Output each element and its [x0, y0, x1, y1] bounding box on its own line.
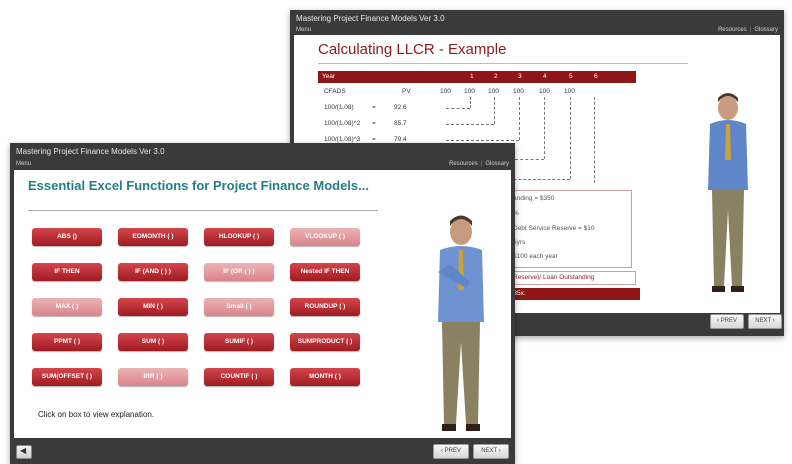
- function-button[interactable]: ABS (): [32, 228, 102, 246]
- app-title: Mastering Project Finance Models Ver 3.0: [296, 14, 445, 23]
- function-button[interactable]: EOMONTH ( ): [118, 228, 188, 246]
- cfads-label: CFADS: [324, 88, 346, 95]
- pv-value: 92.6: [394, 104, 407, 111]
- function-button[interactable]: IF THEN: [32, 263, 102, 281]
- pv-value: 79.4: [394, 136, 407, 143]
- slide-heading: Essential Excel Functions for Project Fi…: [28, 178, 369, 193]
- prev-label: PREV: [444, 448, 461, 454]
- function-button[interactable]: HLOOKUP ( ): [204, 228, 274, 246]
- pv-formula: 100/(1.08): [324, 104, 354, 111]
- next-button[interactable]: NEXT ›: [748, 314, 782, 329]
- title-bar: Mastering Project Finance Models Ver 3.0…: [290, 10, 784, 35]
- connector-line: [544, 97, 545, 159]
- menu-link[interactable]: Menu: [296, 27, 311, 33]
- function-button[interactable]: SUMIF ( ): [204, 333, 274, 351]
- equals-sign: =: [372, 104, 376, 111]
- function-button[interactable]: SUM(OFFSET ( ): [32, 368, 102, 386]
- cfads-value: 100: [440, 88, 451, 95]
- info-line: Debt Service Reserve = $10: [513, 225, 595, 232]
- function-button[interactable]: Nested IF THEN: [290, 263, 360, 281]
- info-line: anding = $350: [513, 195, 555, 202]
- cfads-value: 100: [488, 88, 499, 95]
- resources-link[interactable]: Resources: [718, 27, 747, 33]
- info-line: $100 each year: [513, 253, 558, 260]
- year-3: 3: [518, 73, 522, 80]
- cfads-value: 100: [539, 88, 550, 95]
- cfads-value: 100: [513, 88, 524, 95]
- pv-formula: 100/(1.08)^2: [324, 120, 361, 127]
- function-button[interactable]: SUMPRODUCT ( ): [290, 333, 360, 351]
- llcr-result-bar: 1.35x.: [494, 288, 640, 300]
- presenter-figure: [708, 93, 748, 292]
- connector-line: [570, 97, 571, 179]
- audio-toggle-button[interactable]: ◀: [16, 445, 32, 459]
- title-bar: Mastering Project Finance Models Ver 3.0…: [10, 143, 515, 170]
- connector-line: [594, 97, 595, 183]
- next-label: NEXT: [481, 448, 498, 454]
- pv-value: 85.7: [394, 120, 407, 127]
- function-button[interactable]: ROUNDUP ( ): [290, 298, 360, 316]
- equals-sign: =: [372, 136, 376, 143]
- connector-line: [446, 124, 494, 125]
- front-course-window: Mastering Project Finance Models Ver 3.0…: [10, 143, 515, 464]
- next-label: NEXT: [755, 318, 772, 324]
- presenter-figure: [438, 215, 484, 431]
- function-button[interactable]: VLOOKUP ( ): [290, 228, 360, 246]
- glossary-link[interactable]: Glossary: [754, 27, 778, 33]
- connector-line: [446, 140, 519, 141]
- function-button[interactable]: SUM ( ): [118, 333, 188, 351]
- divider: [28, 210, 378, 211]
- cfads-value: 100: [464, 88, 475, 95]
- speaker-icon: ◀: [20, 446, 27, 455]
- connector-line: [519, 97, 520, 140]
- chevron-right-icon: ›: [497, 448, 501, 454]
- function-button[interactable]: Small ( ): [204, 298, 274, 316]
- glossary-link[interactable]: Glossary: [485, 161, 509, 167]
- pv-label: PV: [402, 88, 411, 95]
- menu-link[interactable]: Menu: [16, 161, 31, 167]
- cfads-value: 100: [564, 88, 575, 95]
- function-button[interactable]: PPMT ( ): [32, 333, 102, 351]
- prev-button[interactable]: ‹ PREV: [710, 314, 744, 329]
- year-label: Year: [322, 73, 336, 80]
- next-button[interactable]: NEXT ›: [473, 444, 509, 459]
- slide-content: Essential Excel Functions for Project Fi…: [14, 170, 511, 438]
- year-2: 2: [494, 73, 498, 80]
- year-header-bar: Year 1 2 3 4 5 6: [318, 71, 636, 83]
- pv-formula: 100/(1.08)^3: [324, 136, 361, 143]
- app-title: Mastering Project Finance Models Ver 3.0: [16, 147, 165, 156]
- instruction-text: Click on box to view explanation.: [38, 410, 155, 419]
- year-6: 6: [594, 73, 598, 80]
- function-button[interactable]: COUNTIF ( ): [204, 368, 274, 386]
- function-button[interactable]: IRR ( ): [118, 368, 188, 386]
- resources-link[interactable]: Resources: [449, 161, 478, 167]
- slide-heading: Calculating LLCR - Example: [318, 41, 507, 58]
- connector-line: [446, 108, 470, 109]
- connector-line: [494, 97, 495, 124]
- function-button[interactable]: MONTH ( ): [290, 368, 360, 386]
- year-5: 5: [569, 73, 573, 80]
- prev-button[interactable]: ‹ PREV: [433, 444, 469, 459]
- chevron-right-icon: ›: [771, 318, 775, 324]
- divider: [318, 63, 688, 64]
- function-button[interactable]: MAX ( ): [32, 298, 102, 316]
- equals-sign: =: [372, 120, 376, 127]
- connector-line: [470, 97, 471, 108]
- function-button[interactable]: IF (AND ( ) ): [118, 263, 188, 281]
- function-button[interactable]: MIN ( ): [118, 298, 188, 316]
- llcr-formula: Reserve)/ Loan Outstanding: [508, 271, 636, 285]
- year-4: 4: [543, 73, 547, 80]
- function-button[interactable]: IF (OR ( ) ): [204, 263, 274, 281]
- year-1: 1: [470, 73, 474, 80]
- prev-label: PREV: [720, 318, 737, 324]
